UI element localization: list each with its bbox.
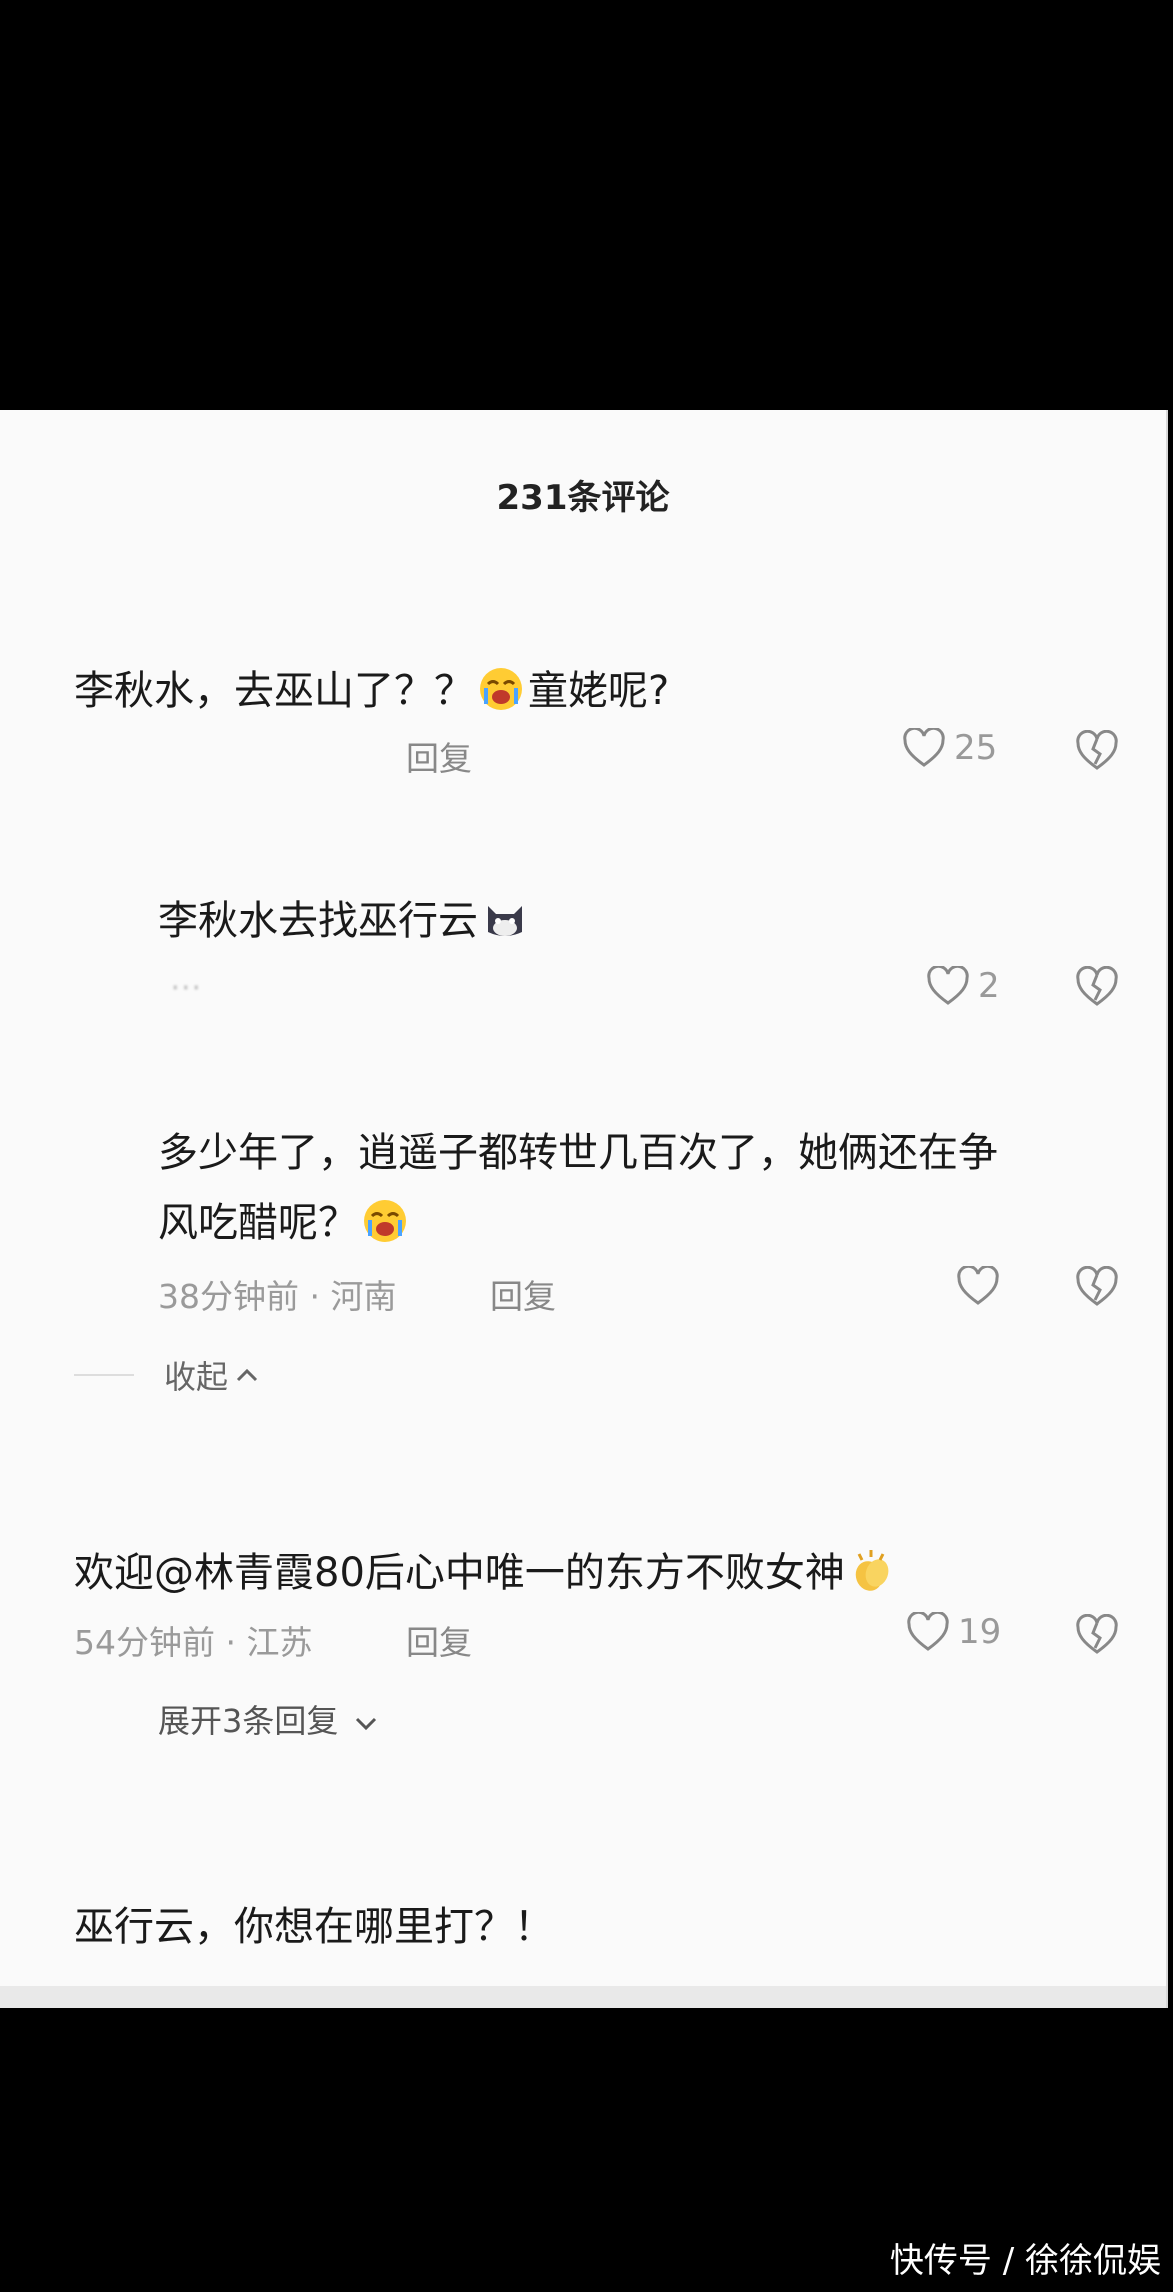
reply-button[interactable]: 回复 <box>406 1616 472 1664</box>
like-button[interactable] <box>956 1266 1008 1306</box>
like-button[interactable]: 2 <box>926 966 1000 1006</box>
comment-meta: 38分钟前 · 河南 <box>158 1277 397 1316</box>
comment-text-part: 童姥呢? <box>528 668 670 714</box>
like-count: 19 <box>958 1612 1002 1652</box>
comment-text-part: 李秋水去找巫行云 <box>158 898 478 944</box>
comment-meta: ··· <box>170 968 202 1007</box>
comment-text-part: 欢迎@林青霞80后心中唯一的东方不败女神 <box>74 1550 845 1596</box>
reply-button[interactable]: 回复 <box>406 732 472 780</box>
comment-count-title: 231条评论 <box>496 478 670 518</box>
broken-heart-icon[interactable] <box>1074 1614 1120 1656</box>
like-count: 25 <box>954 728 998 768</box>
broken-heart-icon[interactable] <box>1074 1266 1120 1308</box>
reply-comment-text: 李秋水去找巫行云 <box>158 888 532 946</box>
watermark: 快传号 / 徐徐侃娱 <box>889 2241 1161 2281</box>
heart-icon <box>903 728 945 767</box>
chevron-down-icon <box>355 1717 376 1731</box>
heart-icon <box>927 966 969 1005</box>
comment-text-part: 李秋水，去巫山了？？ <box>74 668 474 714</box>
clapping-hands-emoji-icon <box>855 1550 889 1591</box>
divider <box>74 1374 134 1376</box>
like-button[interactable]: 25 <box>902 728 997 768</box>
bottom-bar <box>0 1986 1166 2008</box>
comment-text: 巫行云，你想在哪里打？！ <box>74 1904 554 1950</box>
collapse-label: 收起 <box>164 1358 229 1396</box>
like-button[interactable]: 19 <box>906 1612 1001 1652</box>
comment-text-part: 风吃醋呢？ <box>158 1200 358 1246</box>
chevron-up-icon <box>236 1368 258 1382</box>
comments-panel: 231条评论 李秋水，去巫山了？？ 童姥呢? 回复 25 李秋水去找巫行云 ···… <box>0 410 1168 2008</box>
heart-icon <box>907 1612 949 1651</box>
reply-button[interactable]: 回复 <box>490 1270 556 1318</box>
cat-emoji-icon <box>488 906 522 936</box>
heart-icon <box>957 1266 999 1305</box>
expand-replies-button[interactable]: 展开3条回复 <box>158 1696 379 1742</box>
comment-text: 欢迎@林青霞80后心中唯一的东方不败女神 <box>74 1540 899 1598</box>
broken-heart-icon[interactable] <box>1074 730 1120 772</box>
loudly-crying-emoji-icon <box>364 1200 406 1242</box>
collapse-replies-button[interactable]: 收起 <box>74 1352 260 1398</box>
reply-comment-text: 多少年了，逍遥子都转世几百次了，她俩还在争 <box>158 1130 998 1176</box>
comment-text: 李秋水，去巫山了？？ 童姥呢? <box>74 658 669 716</box>
loudly-crying-emoji-icon <box>480 668 522 710</box>
broken-heart-icon[interactable] <box>1074 966 1120 1008</box>
expand-label: 展开3条回复 <box>158 1702 339 1740</box>
like-count: 2 <box>978 966 1000 1006</box>
comment-meta: 54分钟前 · 江苏 <box>74 1623 313 1662</box>
reply-comment-text-line2: 风吃醋呢？ <box>158 1190 412 1248</box>
